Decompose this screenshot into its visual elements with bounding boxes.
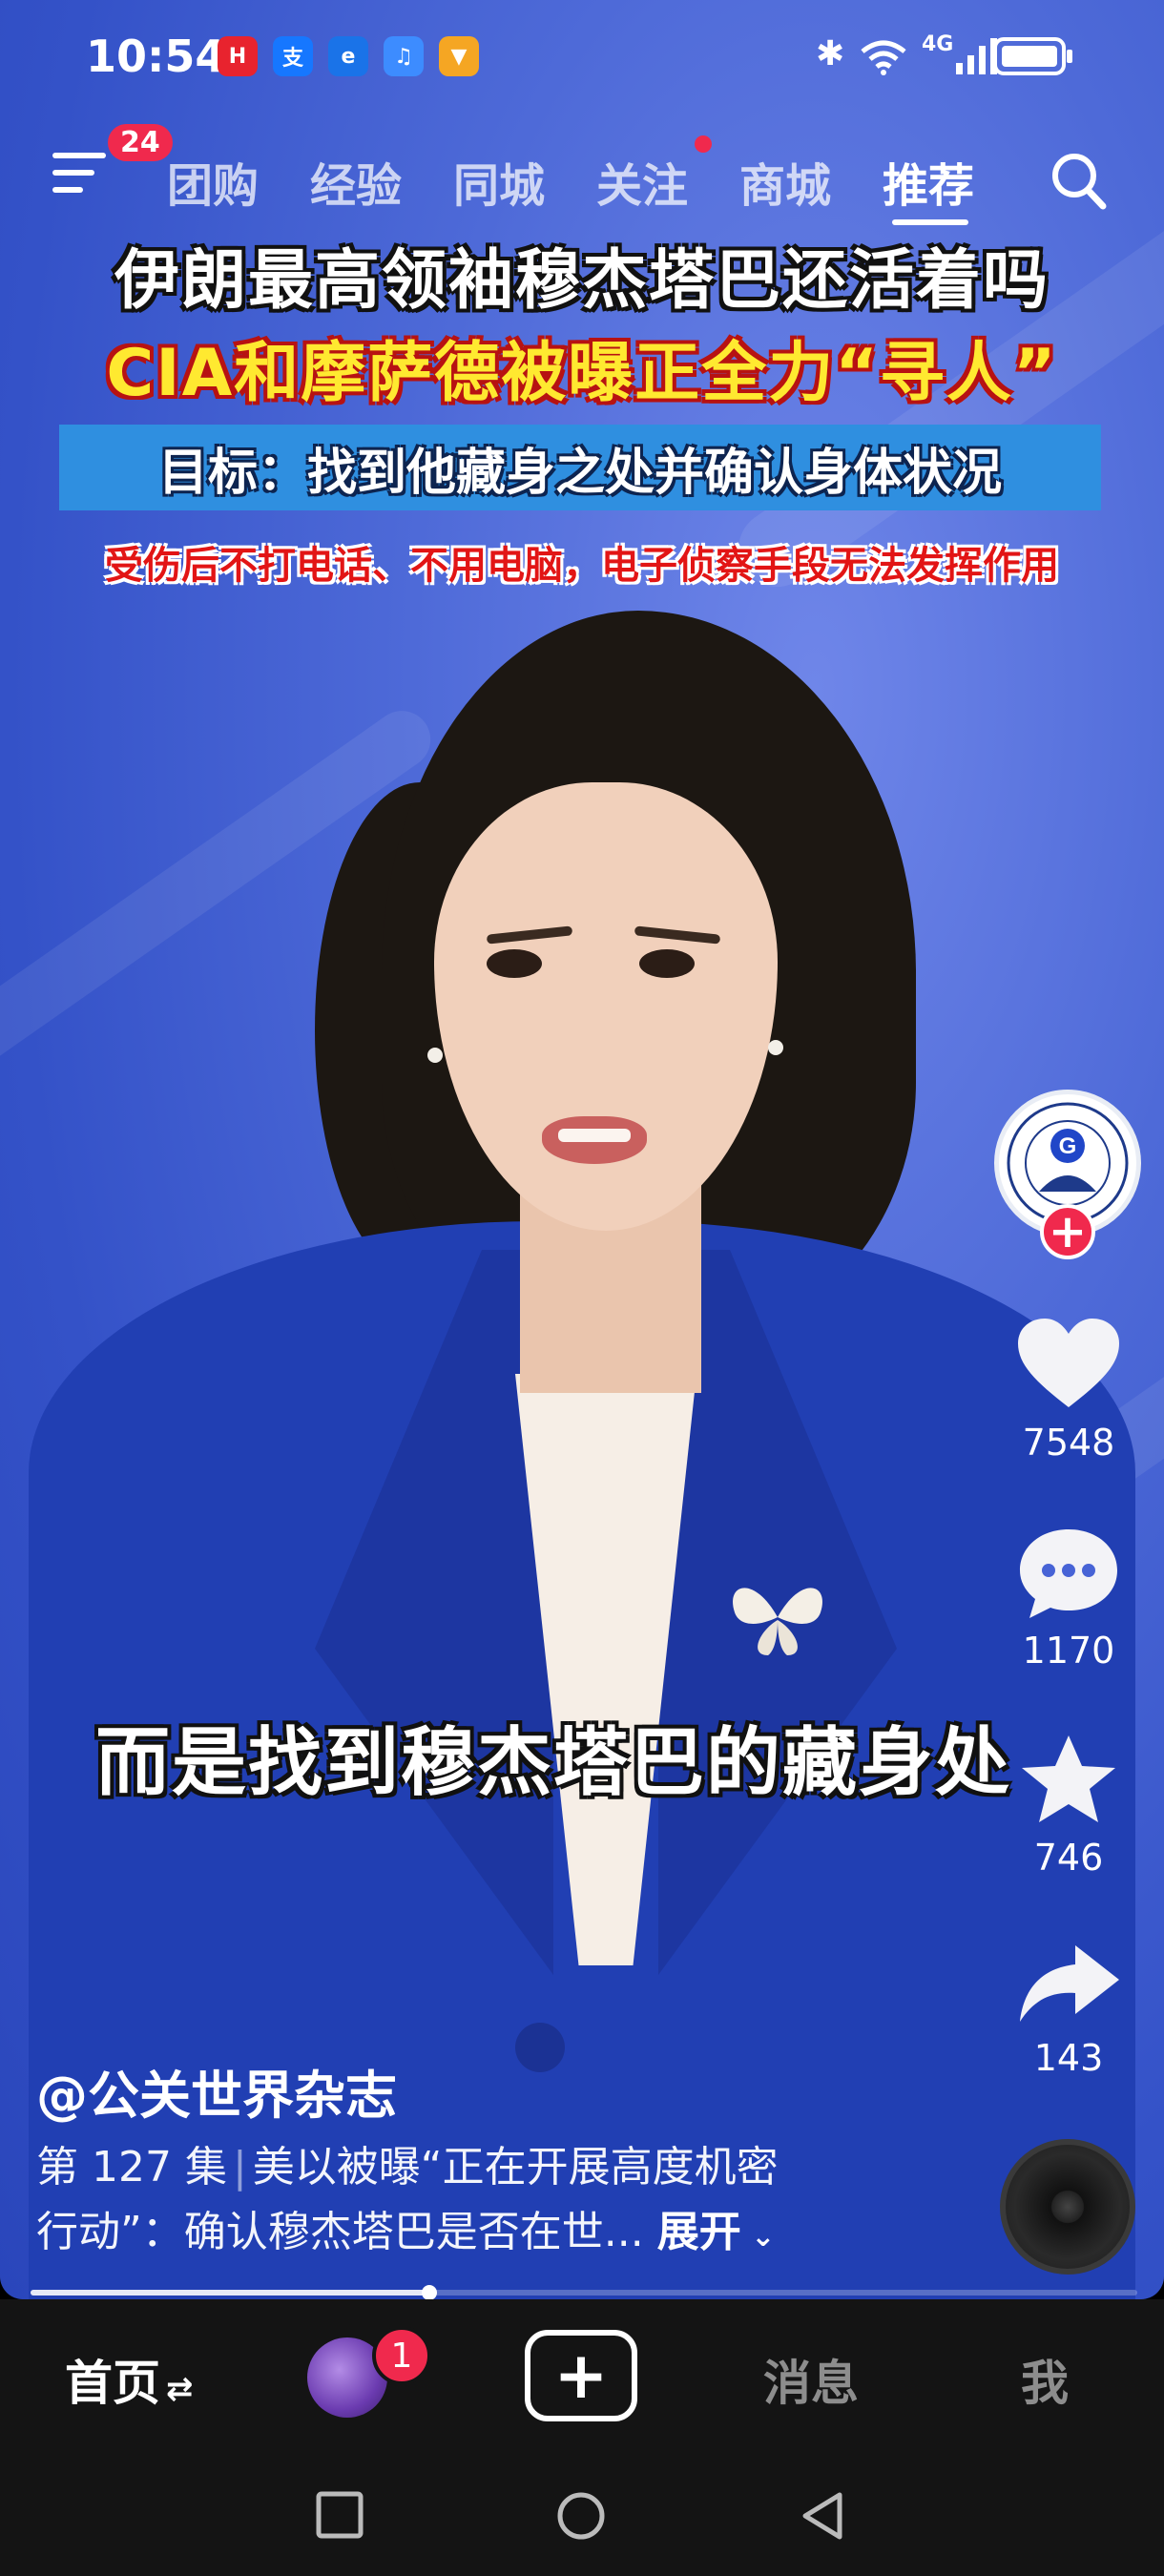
like-count: 7548 xyxy=(1022,1422,1115,1464)
menu-button[interactable] xyxy=(52,153,110,206)
swap-icon: ⇄ xyxy=(166,2370,194,2408)
battery-icon xyxy=(993,37,1072,75)
system-nav-bar xyxy=(0,2452,1164,2576)
post-description[interactable]: 第 127 集 | 美以被曝“正在开展高度机密 行动”：确认穆杰塔巴是否在世... … xyxy=(36,2135,895,2270)
bottom-nav: 首页 ⇄ 1 + 消息 我 xyxy=(0,2299,1164,2452)
episode-label: 第 127 集 xyxy=(36,2143,227,2192)
description-line1: 美以被曝“正在开展高度机密 xyxy=(252,2143,779,2192)
chevron-down-icon: ⌄ xyxy=(740,2220,776,2254)
status-time: 10:54 xyxy=(86,31,226,82)
follow-button[interactable]: + xyxy=(1040,1204,1095,1259)
favorite-button[interactable]: 746 xyxy=(1002,1732,1135,1879)
author-name[interactable]: @公关世界杂志 xyxy=(36,2053,397,2129)
tab-group-buy[interactable]: 团购 xyxy=(167,148,259,215)
tab-recommend[interactable]: 推荐 xyxy=(883,148,974,215)
video-player[interactable]: 伊朗最高领袖穆杰塔巴还活着吗 CIA和摩萨德被曝正全力“寻人” 目标：找到他藏身… xyxy=(0,0,1164,2299)
music-disc-icon[interactable] xyxy=(1000,2139,1135,2275)
eye xyxy=(487,949,542,978)
music-icon: ♫ xyxy=(384,36,424,76)
headline-note: 受伤后不打电话、不用电脑，电子侦察手段无法发挥作用 xyxy=(105,544,1059,588)
progress-fill xyxy=(31,2290,429,2296)
tab-mall[interactable]: 商城 xyxy=(739,148,831,215)
presenter-teeth xyxy=(558,1129,631,1142)
create-button[interactable]: + xyxy=(525,2330,637,2421)
headline-title: 伊朗最高领袖穆杰塔巴还活着吗 xyxy=(114,243,1050,319)
comment-icon xyxy=(1020,1529,1117,1618)
earring xyxy=(768,1040,783,1055)
video-caption: 而是找到穆杰塔巴的藏身处 xyxy=(95,1720,1012,1806)
description-line2: 行动”：确认穆杰塔巴是否在世... xyxy=(36,2208,644,2256)
target-banner: 目标：找到他藏身之处并确认身体状况 xyxy=(59,425,1101,510)
comment-button[interactable]: 1170 xyxy=(1002,1525,1135,1672)
wifi-icon xyxy=(861,40,906,75)
video-progress-bar[interactable] xyxy=(31,2285,1137,2300)
favorite-count: 746 xyxy=(1033,1837,1104,1879)
star-icon xyxy=(1022,1735,1115,1822)
browser-icon: e xyxy=(328,36,368,76)
share-button[interactable]: 143 xyxy=(1002,1942,1135,2079)
back-icon[interactable] xyxy=(798,2490,847,2542)
earring xyxy=(427,1048,443,1063)
paint-icon: ▼ xyxy=(439,36,479,76)
progress-knob[interactable] xyxy=(421,2285,437,2300)
comment-count: 1170 xyxy=(1022,1630,1115,1672)
network-type: 4G xyxy=(922,32,954,56)
nav-me[interactable]: 我 xyxy=(1021,2345,1069,2414)
active-tab-indicator xyxy=(892,219,968,225)
nav-home-label: 首页 xyxy=(65,2356,160,2411)
friends-badge: 1 xyxy=(372,2326,431,2385)
expand-link[interactable]: 展开 ⌄ xyxy=(657,2208,776,2256)
tab-local[interactable]: 同城 xyxy=(453,148,545,215)
recent-apps-icon[interactable] xyxy=(315,2490,364,2540)
butterfly-brooch xyxy=(733,1588,822,1655)
huawei-icon: H xyxy=(218,36,258,76)
share-icon xyxy=(1020,1945,1119,2022)
svg-text:G: G xyxy=(1059,1133,1077,1159)
nav-home[interactable]: 首页 ⇄ xyxy=(65,2345,194,2414)
nav-messages[interactable]: 消息 xyxy=(763,2345,859,2414)
alipay-icon: 支 xyxy=(273,36,313,76)
separator: | xyxy=(232,2143,247,2192)
headline-subtitle: CIA和摩萨德被曝正全力“寻人” xyxy=(106,336,1058,411)
share-count: 143 xyxy=(1033,2037,1104,2079)
search-icon[interactable] xyxy=(1050,151,1107,210)
like-button[interactable]: 7548 xyxy=(1002,1317,1135,1464)
tab-following[interactable]: 关注 xyxy=(596,148,688,215)
home-circle-icon[interactable] xyxy=(555,2490,607,2542)
tab-experience[interactable]: 经验 xyxy=(310,148,402,215)
bluetooth-icon: ✱ xyxy=(816,34,845,73)
eye xyxy=(639,949,695,978)
following-new-dot xyxy=(695,135,712,153)
blazer-button xyxy=(515,2023,565,2072)
heart-icon xyxy=(1018,1319,1119,1407)
status-bar: 10:54 H 支 e ♫ ▼ ✱ 4G xyxy=(0,0,1164,114)
menu-badge: 24 xyxy=(108,124,173,161)
